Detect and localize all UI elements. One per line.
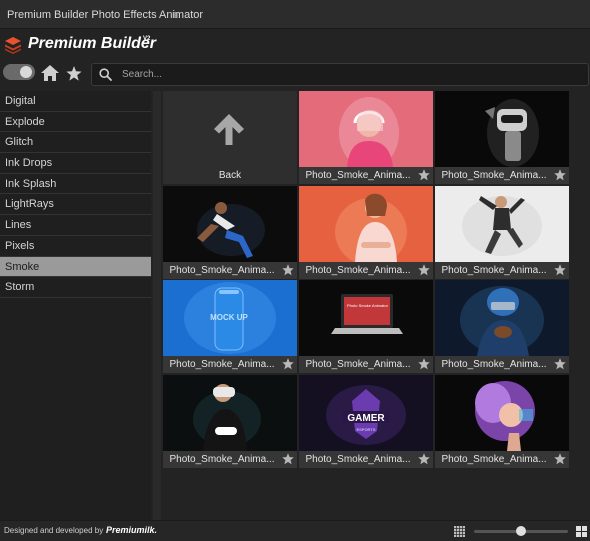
effect-tile[interactable]: Photo_Smoke_Anima...: [299, 91, 433, 184]
favorite-star-icon[interactable]: [554, 263, 566, 276]
tile-label: Photo_Smoke_Anima...: [305, 454, 411, 466]
effect-tile[interactable]: Photo_Smoke_Anima...: [435, 91, 569, 184]
panel-divider[interactable]: [153, 91, 161, 520]
brand-version: V2: [143, 36, 151, 42]
effect-thumbnail[interactable]: [299, 91, 433, 167]
credit-brand[interactable]: Premiumilk.: [106, 525, 157, 535]
effect-thumbnail[interactable]: [435, 280, 569, 357]
effect-tile[interactable]: Photo Smoke Animator Photo_Smoke_Anima...: [299, 280, 433, 374]
tile-caption: Photo_Smoke_Anima...: [299, 451, 433, 469]
toggle-knob: [20, 66, 32, 78]
effect-thumbnail[interactable]: [163, 185, 297, 262]
small-grid-icon[interactable]: [454, 526, 465, 537]
brand-name: Premium Builder: [28, 35, 157, 52]
tile-caption: Photo_Smoke_Anima...: [435, 167, 569, 184]
effect-thumbnail[interactable]: MOCK UP: [163, 280, 297, 357]
search-input[interactable]: [122, 66, 572, 82]
hamburger-menu-icon[interactable]: ≡: [172, 8, 179, 22]
effect-tile[interactable]: GAMER ESPORTS Photo_Smoke_Anima...: [299, 375, 433, 469]
favorite-star-icon[interactable]: [418, 453, 430, 465]
tile-caption: Photo_Smoke_Anima...: [299, 261, 433, 279]
category-sidebar: Digital Explode Glitch Ink Drops Ink Splash L…: [0, 91, 151, 520]
sidebar-item-smoke[interactable]: Smoke: [0, 256, 151, 278]
back-label: Back: [218, 170, 242, 181]
title-bar: Premium Builder Photo Effects Animator ≡: [0, 0, 590, 29]
favorite-star-icon[interactable]: [554, 358, 566, 370]
tile-caption: Photo_Smoke_Anima...: [435, 451, 569, 469]
favorite-star-icon[interactable]: [282, 453, 294, 465]
svg-text:GAMER: GAMER: [347, 413, 385, 424]
footer-bar: Designed and developed by Premiumilk.: [0, 520, 590, 541]
tile-label: Photo_Smoke_Anima...: [305, 170, 411, 181]
home-icon[interactable]: [41, 65, 59, 81]
sidebar-item-ink-splash[interactable]: Ink Splash: [0, 174, 151, 195]
sidebar-item-digital[interactable]: Digital: [0, 91, 151, 112]
tile-caption: Photo_Smoke_Anima...: [299, 167, 433, 184]
effect-tile[interactable]: Photo_Smoke_Anima...: [163, 185, 297, 279]
tile-label: Photo_Smoke_Anima...: [441, 264, 547, 276]
credit-text: Designed and developed by: [4, 526, 104, 535]
tile-label: Photo_Smoke_Anima...: [441, 170, 547, 181]
tile-caption: Photo_Smoke_Anima...: [163, 451, 297, 469]
layers-logo-icon: [5, 37, 21, 54]
effect-tile[interactable]: Photo_Smoke_Anima...: [163, 375, 297, 469]
sidebar-item-glitch[interactable]: Glitch: [0, 132, 151, 154]
effect-thumbnail[interactable]: GAMER ESPORTS: [299, 375, 433, 452]
favorites-star-icon[interactable]: [66, 66, 82, 81]
favorite-star-icon[interactable]: [282, 358, 294, 370]
favorite-star-icon[interactable]: [282, 263, 294, 276]
svg-text:Photo Smoke Animator: Photo Smoke Animator: [347, 303, 389, 308]
sidebar-item-storm[interactable]: Storm: [0, 277, 151, 298]
favorite-star-icon[interactable]: [418, 169, 430, 181]
favorite-star-icon[interactable]: [554, 453, 566, 465]
slider-thumb[interactable]: [516, 526, 526, 536]
sidebar-item-explode[interactable]: Explode: [0, 112, 151, 133]
tile-label: Photo_Smoke_Anima...: [305, 359, 411, 371]
tile-caption: Photo_Smoke_Anima...: [299, 356, 433, 374]
tile-label: Photo_Smoke_Anima...: [169, 264, 275, 276]
tile-label: Photo_Smoke_Anima...: [305, 264, 411, 276]
tile-label: Photo_Smoke_Anima...: [441, 359, 547, 371]
large-grid-icon[interactable]: [576, 526, 587, 537]
sidebar-item-ink-drops[interactable]: Ink Drops: [0, 153, 151, 174]
effect-tile[interactable]: Photo_Smoke_Anima...: [435, 185, 569, 279]
tile-label: Photo_Smoke_Anima...: [169, 359, 275, 371]
effect-thumbnail[interactable]: [299, 185, 433, 262]
effect-tile[interactable]: Photo_Smoke_Anima...: [435, 280, 569, 374]
thumbnail-size-slider[interactable]: [474, 526, 568, 536]
mode-toggle[interactable]: [3, 64, 35, 80]
favorite-star-icon[interactable]: [418, 358, 430, 370]
effect-thumbnail[interactable]: [163, 375, 297, 452]
tile-caption: Photo_Smoke_Anima...: [163, 261, 297, 279]
effect-thumbnail[interactable]: Photo Smoke Animator: [299, 280, 433, 357]
tile-caption: Photo_Smoke_Anima...: [435, 261, 569, 279]
favorite-star-icon[interactable]: [418, 263, 430, 276]
up-arrow-icon: [214, 114, 244, 145]
sidebar-item-lines[interactable]: Lines: [0, 215, 151, 236]
effect-tile[interactable]: Photo_Smoke_Anima...: [435, 375, 569, 469]
sidebar-item-pixels[interactable]: Pixels: [0, 236, 151, 257]
search-icon: [99, 68, 112, 81]
search-bar[interactable]: [91, 63, 589, 86]
svg-text:MOCK UP: MOCK UP: [210, 313, 248, 322]
tile-label: Photo_Smoke_Anima...: [441, 454, 547, 466]
tile-caption: Photo_Smoke_Anima...: [163, 356, 297, 374]
tile-label: Photo_Smoke_Anima...: [169, 454, 275, 466]
back-tile[interactable]: Back: [163, 91, 297, 184]
svg-text:ESPORTS: ESPORTS: [356, 427, 375, 432]
tile-caption: Photo_Smoke_Anima...: [435, 356, 569, 374]
effect-thumbnail[interactable]: [435, 91, 569, 167]
effect-tile[interactable]: MOCK UP Photo_Smoke_Anima...: [163, 280, 297, 374]
favorite-star-icon[interactable]: [554, 169, 566, 181]
effect-thumbnail[interactable]: [435, 375, 569, 452]
effect-tile[interactable]: Photo_Smoke_Anima...: [299, 185, 433, 279]
effect-thumbnail[interactable]: [435, 185, 569, 262]
sidebar-item-lightrays[interactable]: LightRays: [0, 194, 151, 216]
